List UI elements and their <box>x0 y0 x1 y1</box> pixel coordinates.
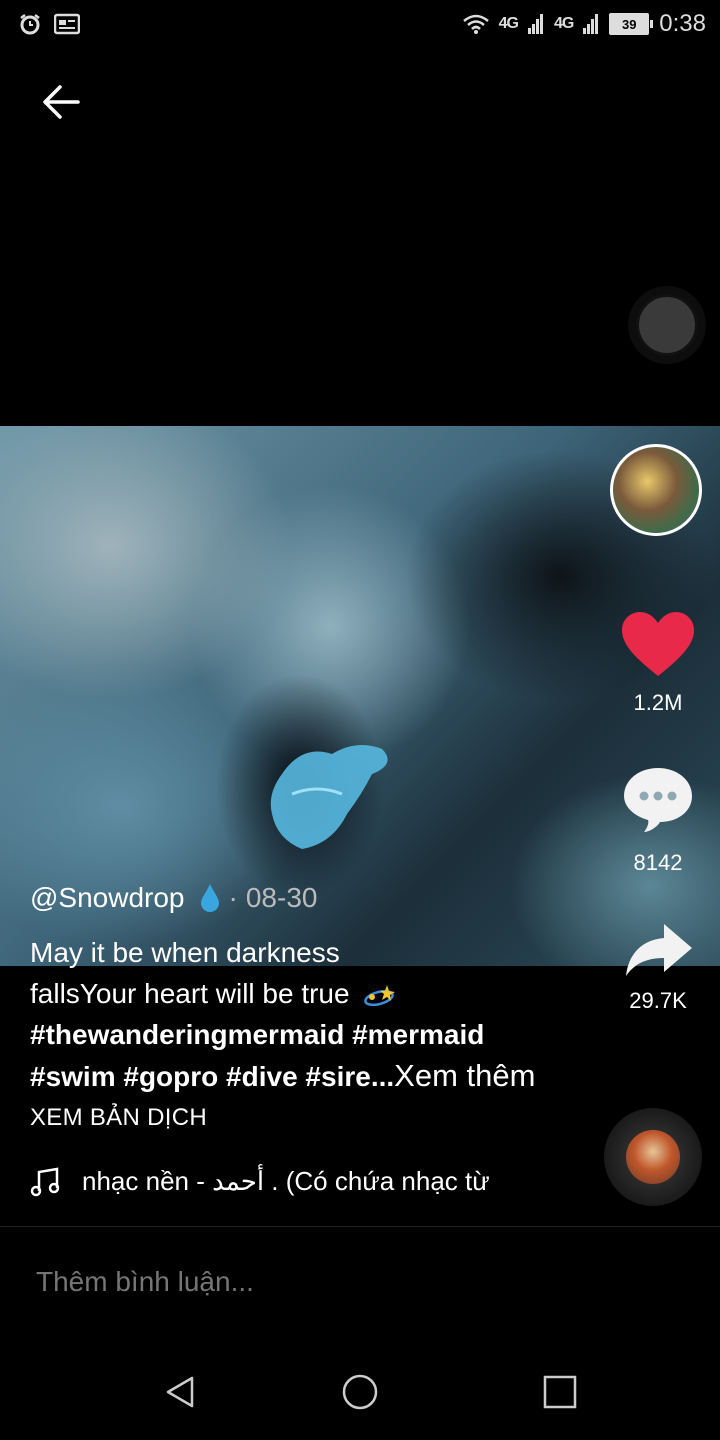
see-more-link[interactable]: Xem thêm <box>394 1058 535 1093</box>
comment-input[interactable] <box>36 1266 676 1298</box>
author-avatar[interactable] <box>610 444 702 536</box>
alarm-icon <box>20 14 40 35</box>
music-title: nhạc nền - أحمد . (Có chứa nhạc từ <box>82 1166 490 1196</box>
clock: 0:38 <box>659 10 706 37</box>
music-disc[interactable] <box>604 1108 702 1206</box>
signal-1-icon: 4G <box>498 15 519 32</box>
tags-line-2[interactable]: #swim #gopro #dive #sire... <box>30 1061 394 1092</box>
water-drop-icon <box>200 884 219 912</box>
sparkle-emoji-icon <box>364 984 396 1006</box>
status-bar: 4G 4G 39 0:38 <box>0 0 720 52</box>
author-name[interactable]: @Snowdrop <box>30 882 185 914</box>
comment-count: 8142 <box>633 850 683 875</box>
post-date: 08-30 <box>245 882 318 913</box>
heart-icon[interactable] <box>620 610 696 680</box>
nav-home-icon[interactable] <box>340 1372 380 1412</box>
tags-line-2-wrap: #swim #gopro #dive #sire...Xem thêm <box>30 1055 590 1097</box>
caption-line-1: May it be when darkness <box>30 937 340 968</box>
music-note-icon <box>30 1167 60 1196</box>
signal-bars-1-icon <box>527 14 543 34</box>
date-separator: · <box>228 882 238 913</box>
floating-button-inner <box>636 294 698 356</box>
status-right: 4G 4G 39 0:38 <box>462 10 706 38</box>
music-row[interactable]: nhạc nền - أحمد . (Có chứa nhạc từ <box>30 1166 590 1197</box>
share-arrow-icon[interactable] <box>622 922 694 978</box>
author-row: @Snowdrop · 08-30 <box>30 882 317 914</box>
wifi-icon <box>462 14 489 34</box>
comment-bubble-icon[interactable] <box>620 764 696 834</box>
tags-line-1[interactable]: #thewanderingmermaid #mermaid <box>30 1014 590 1055</box>
divider <box>0 1226 720 1227</box>
music-disc-cover <box>626 1130 680 1184</box>
notification-card-icon <box>54 13 80 35</box>
nav-back-icon[interactable] <box>160 1372 200 1412</box>
signal-2-icon: 4G <box>553 15 574 32</box>
caption-line-2-wrap: fallsYour heart will be true <box>30 973 590 1014</box>
caption-line-2: fallsYour heart will be true <box>30 978 350 1009</box>
back-arrow-icon[interactable] <box>38 78 86 126</box>
floating-button[interactable] <box>628 286 706 364</box>
share-count: 29.7K <box>629 988 687 1013</box>
battery-icon: 39 <box>609 13 654 35</box>
translate-link[interactable]: XEM BẢN DỊCH <box>30 1104 207 1132</box>
signal-bars-2-icon <box>583 14 599 34</box>
caption: May it be when darkness fallsYour heart … <box>30 932 590 1097</box>
battery-level: 39 <box>622 16 637 32</box>
status-left <box>18 12 80 36</box>
mermaid-tail-figure <box>270 745 388 849</box>
like-count: 1.2M <box>633 690 683 715</box>
nav-recents-icon[interactable] <box>542 1374 578 1410</box>
